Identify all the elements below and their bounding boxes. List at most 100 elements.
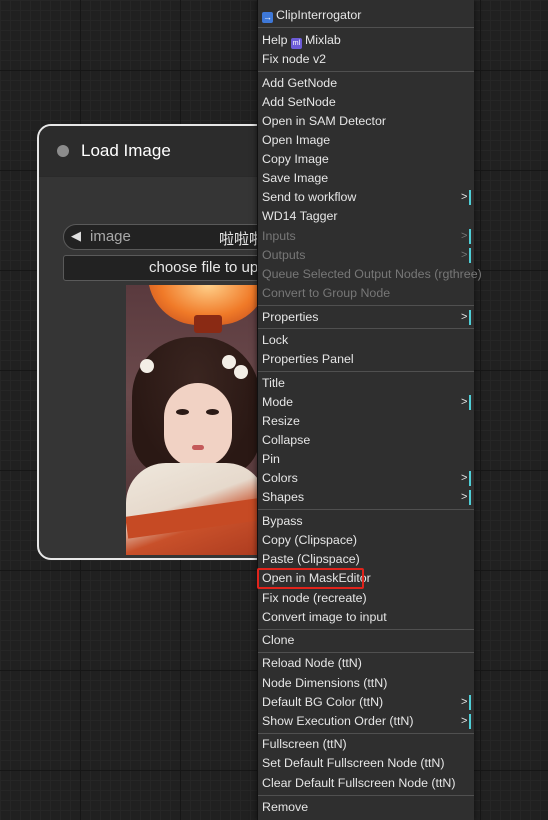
menu-item-label: Copy Image	[262, 152, 329, 166]
menu-item-pin[interactable]: Pin	[258, 450, 474, 469]
menu-item-clipinterrogator[interactable]: → ClipInterrogator	[258, 6, 474, 25]
highlight-box	[257, 568, 364, 589]
submenu-indicator	[469, 695, 471, 710]
flower-shape	[234, 365, 248, 379]
submenu-indicator	[469, 490, 471, 505]
menu-item-label: Set Default Fullscreen Node (ttN)	[262, 756, 445, 770]
menu-item-label: WD14 Tagger	[262, 209, 338, 223]
menu-separator	[258, 795, 474, 796]
menu-item-mode[interactable]: Mode >	[258, 393, 474, 412]
menu-item-open-image[interactable]: Open Image	[258, 131, 474, 150]
menu-item-convert-image-to-input[interactable]: Convert image to input	[258, 608, 474, 627]
menu-item-label: Fix node v2	[262, 52, 327, 66]
menu-item-show-execution-order[interactable]: Show Execution Order (ttN) >	[258, 712, 474, 731]
mixlab-icon: ml	[290, 38, 302, 49]
menu-item-label: Node Dimensions (ttN)	[262, 676, 388, 690]
menu-item-label: Fix node (recreate)	[262, 591, 367, 605]
menu-item-label: Remove	[262, 800, 309, 814]
submenu-indicator	[469, 229, 471, 244]
menu-item-title[interactable]: Title	[258, 374, 474, 393]
menu-separator	[258, 27, 474, 28]
menu-item-colors[interactable]: Colors >	[258, 469, 474, 488]
menu-item-copy-image[interactable]: Copy Image	[258, 150, 474, 169]
submenu-arrow-icon: >	[461, 396, 468, 408]
menu-item-resize[interactable]: Resize	[258, 412, 474, 431]
submenu-indicator	[469, 190, 471, 205]
submenu-arrow-icon: >	[461, 249, 468, 261]
combo-left-arrow-icon[interactable]: ◀	[71, 228, 81, 244]
menu-item-label: Open Image	[262, 133, 331, 147]
menu-item-reload-node[interactable]: Reload Node (ttN)	[258, 654, 474, 673]
menu-item-label: Save Image	[262, 171, 329, 185]
menu-separator	[258, 629, 474, 630]
eye-shape	[176, 409, 189, 415]
menu-separator	[258, 371, 474, 372]
menu-item-copy-clipspace[interactable]: Copy (Clipspace)	[258, 531, 474, 550]
menu-item-open-sam-detector[interactable]: Open in SAM Detector	[258, 112, 474, 131]
menu-item-label: Inputs	[262, 229, 296, 243]
flower-shape	[140, 359, 154, 373]
menu-item-paste-clipspace[interactable]: Paste (Clipspace)	[258, 550, 474, 569]
menu-separator	[258, 305, 474, 306]
menu-item-convert-to-group-node[interactable]: Convert to Group Node	[258, 284, 474, 303]
menu-separator	[258, 328, 474, 329]
menu-item-save-image[interactable]: Save Image	[258, 169, 474, 188]
submenu-indicator	[469, 714, 471, 729]
menu-item-properties-panel[interactable]: Properties Panel	[258, 350, 474, 369]
lantern-band-shape	[194, 315, 222, 333]
node-title: Load Image	[81, 141, 171, 160]
menu-item-label: Convert image to input	[262, 610, 387, 624]
menu-item-label: Send to workflow	[262, 190, 357, 204]
menu-item-properties[interactable]: Properties >	[258, 308, 474, 327]
menu-item-remove[interactable]: Remove	[258, 798, 474, 817]
menu-item-node-dimensions[interactable]: Node Dimensions (ttN)	[258, 674, 474, 693]
clip-icon: →	[262, 12, 273, 23]
submenu-indicator	[469, 395, 471, 410]
menu-item-shapes[interactable]: Shapes >	[258, 488, 474, 507]
menu-item-help[interactable]: Help ml Mixlab	[258, 31, 474, 50]
node-collapse-dot[interactable]	[57, 145, 69, 157]
menu-item-send-to-workflow[interactable]: Send to workflow >	[258, 188, 474, 207]
menu-item-add-setnode[interactable]: Add SetNode	[258, 93, 474, 112]
submenu-arrow-icon: >	[461, 230, 468, 242]
menu-item-label: Title	[262, 376, 285, 390]
menu-item-label: Clear Default Fullscreen Node (ttN)	[262, 776, 456, 790]
menu-item-clear-default-fullscreen-node[interactable]: Clear Default Fullscreen Node (ttN)	[258, 774, 474, 793]
menu-item-inputs[interactable]: Inputs >	[258, 227, 474, 246]
submenu-arrow-icon: >	[461, 696, 468, 708]
combo-label: image	[90, 228, 131, 245]
menu-item-label: Default BG Color (ttN)	[262, 695, 384, 709]
menu-item-wd14-tagger[interactable]: WD14 Tagger	[258, 207, 474, 226]
menu-item-label: Copy (Clipspace)	[262, 533, 358, 547]
menu-item-queue-selected-output-nodes[interactable]: Queue Selected Output Nodes (rgthree)	[258, 265, 482, 284]
menu-item-fix-node-v2[interactable]: Fix node v2	[258, 50, 474, 69]
menu-separator	[258, 509, 474, 510]
menu-item-fix-node-recreate[interactable]: Fix node (recreate)	[258, 589, 474, 608]
menu-item-set-default-fullscreen-node[interactable]: Set Default Fullscreen Node (ttN)	[258, 754, 474, 773]
menu-item-label: Paste (Clipspace)	[262, 552, 360, 566]
menu-item-label: Reload Node (ttN)	[262, 656, 362, 670]
menu-item-label: Lock	[262, 333, 289, 347]
menu-item-label: ClipInterrogator	[276, 8, 362, 22]
context-menu: → ClipInterrogator Help ml Mixlab Fix node…	[257, 0, 482, 820]
menu-item-label: Shapes	[262, 490, 305, 504]
menu-item-clone[interactable]: Clone	[258, 631, 474, 650]
menu-item-bypass[interactable]: Bypass	[258, 512, 474, 531]
submenu-indicator	[469, 471, 471, 486]
mixlab-label: Mixlab	[304, 33, 341, 47]
menu-item-label: Convert to Group Node	[262, 286, 391, 300]
menu-item-lock[interactable]: Lock	[258, 331, 474, 350]
submenu-indicator	[469, 310, 471, 325]
image-preview	[126, 285, 266, 555]
menu-item-outputs[interactable]: Outputs >	[258, 246, 474, 265]
face-shape	[164, 383, 232, 467]
menu-item-fullscreen[interactable]: Fullscreen (ttN)	[258, 735, 474, 754]
menu-item-label: Open in SAM Detector	[262, 114, 386, 128]
menu-item-add-getnode[interactable]: Add GetNode	[258, 74, 474, 93]
menu-separator	[258, 652, 474, 653]
menu-item-collapse[interactable]: Collapse	[258, 431, 474, 450]
menu-item-label: Resize	[262, 414, 300, 428]
menu-item-default-bg-color[interactable]: Default BG Color (ttN) >	[258, 693, 474, 712]
menu-item-label: Collapse	[262, 433, 311, 447]
menu-item-label: Pin	[262, 452, 280, 466]
